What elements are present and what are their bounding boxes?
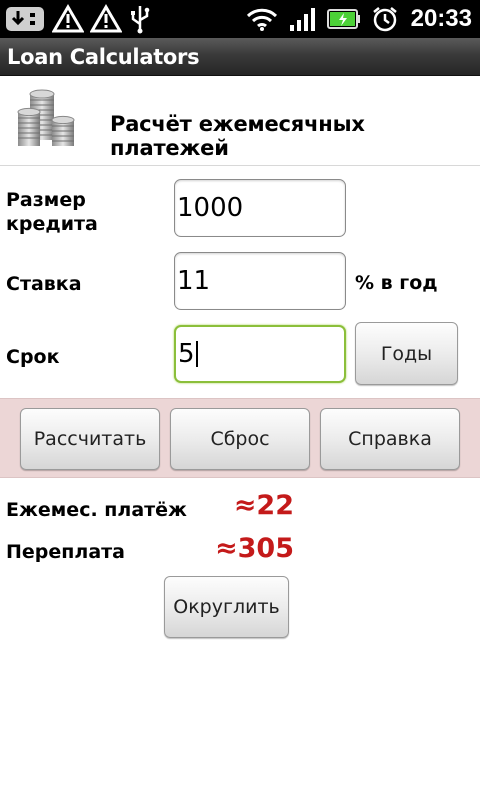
- clock: 20:33: [410, 5, 472, 32]
- round-button[interactable]: Округлить: [164, 576, 289, 638]
- help-button[interactable]: Справка: [320, 408, 460, 470]
- reset-button[interactable]: Сброс: [170, 408, 310, 470]
- calculate-button[interactable]: Рассчитать: [20, 408, 160, 470]
- term-label: Срок: [6, 346, 60, 368]
- battery-charging-icon: [326, 8, 361, 30]
- rate-label: Ставка: [6, 273, 82, 295]
- loan-amount-input[interactable]: 1000: [174, 179, 346, 237]
- app-title: Loan Calculators: [7, 45, 200, 69]
- monthly-payment-label: Ежемес. платёж: [6, 499, 187, 521]
- amount-label-line2: кредита: [6, 213, 98, 235]
- signal-icon: [289, 6, 317, 32]
- coins-icon: [14, 86, 80, 152]
- loan-amount-value: 1000: [177, 193, 244, 223]
- amount-label: Размер кредита: [6, 188, 98, 236]
- status-bar: 20:33: [0, 0, 480, 38]
- warning-icon: [90, 4, 122, 34]
- monthly-payment-value: ≈22: [233, 490, 294, 521]
- app-title-bar: Loan Calculators: [0, 38, 480, 76]
- interest-rate-input[interactable]: 11: [174, 252, 346, 310]
- alarm-icon: [371, 5, 399, 33]
- amount-label-line1: Размер: [6, 189, 86, 211]
- usb-icon: [128, 4, 152, 34]
- term-input[interactable]: 5: [174, 325, 346, 383]
- page-title: Расчёт ежемесячных платежей: [110, 112, 365, 160]
- calculator-header: Расчёт ежемесячных платежей: [0, 76, 480, 166]
- wifi-icon: [245, 6, 279, 32]
- text-caret: [195, 341, 198, 367]
- term-unit-button[interactable]: Годы: [355, 322, 458, 385]
- warning-icon: [52, 4, 84, 34]
- overpayment-label: Переплата: [6, 541, 125, 563]
- overpayment-value: ≈305: [215, 533, 294, 564]
- interest-rate-value: 11: [177, 266, 211, 296]
- rate-unit-label: % в год: [355, 272, 438, 294]
- download-icon: [4, 4, 46, 34]
- term-value: 5: [178, 339, 195, 369]
